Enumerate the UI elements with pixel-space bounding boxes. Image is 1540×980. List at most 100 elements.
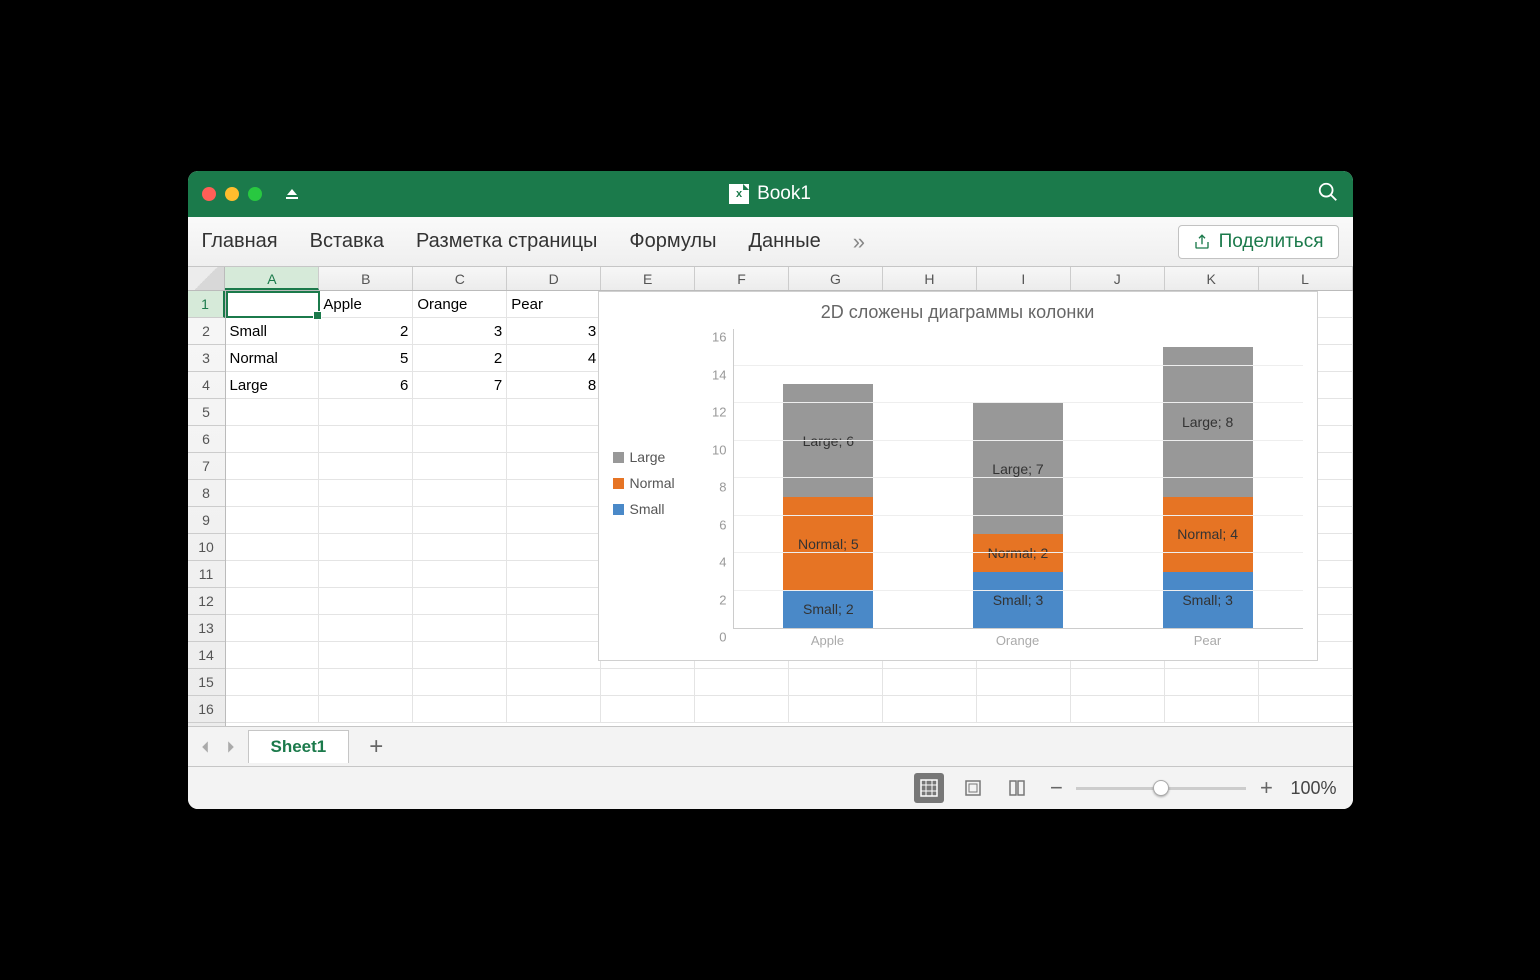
cell-B9[interactable] [319, 507, 413, 534]
bar-apple[interactable]: Small; 2Normal; 5Large; 6 [783, 384, 873, 628]
cell-B10[interactable] [319, 534, 413, 561]
cell-L16[interactable] [1259, 696, 1353, 723]
segment-small[interactable]: Small; 2 [783, 591, 873, 629]
cell-C6[interactable] [413, 426, 507, 453]
row-header-13[interactable]: 13 [188, 615, 225, 642]
cell-D10[interactable] [507, 534, 601, 561]
row-header-2[interactable]: 2 [188, 318, 225, 345]
row-header-1[interactable]: 1 [188, 291, 225, 318]
zoom-thumb[interactable] [1153, 780, 1169, 796]
column-header-E[interactable]: E [601, 267, 695, 290]
segment-small[interactable]: Small; 3 [973, 572, 1063, 628]
cell-C10[interactable] [413, 534, 507, 561]
cell-A9[interactable] [226, 507, 320, 534]
cell-D8[interactable] [507, 480, 601, 507]
segment-small[interactable]: Small; 3 [1163, 572, 1253, 628]
column-header-K[interactable]: K [1165, 267, 1259, 290]
search-button[interactable] [1317, 181, 1339, 208]
column-header-B[interactable]: B [319, 267, 413, 290]
cell-F15[interactable] [695, 669, 789, 696]
cell-J16[interactable] [1071, 696, 1165, 723]
cell-C9[interactable] [413, 507, 507, 534]
bar-pear[interactable]: Small; 3Normal; 4Large; 8 [1163, 347, 1253, 628]
minimize-window-button[interactable] [225, 187, 239, 201]
tabs-overflow[interactable]: » [853, 229, 865, 255]
zoom-in-button[interactable]: + [1256, 775, 1276, 801]
cell-D15[interactable] [507, 669, 601, 696]
tab-pagelayout[interactable]: Разметка страницы [416, 230, 597, 253]
cell-C14[interactable] [413, 642, 507, 669]
cell-J15[interactable] [1071, 669, 1165, 696]
next-sheet-button[interactable] [222, 740, 240, 754]
cell-A2[interactable]: Small [226, 318, 320, 345]
cell-A5[interactable] [226, 399, 320, 426]
cell-C15[interactable] [413, 669, 507, 696]
cell-D5[interactable] [507, 399, 601, 426]
tab-insert[interactable]: Вставка [310, 230, 384, 253]
cell-D3[interactable]: 4 [507, 345, 601, 372]
tab-formulas[interactable]: Формулы [629, 230, 716, 253]
column-header-G[interactable]: G [789, 267, 883, 290]
cell-C3[interactable]: 2 [413, 345, 507, 372]
cell-B12[interactable] [319, 588, 413, 615]
cell-A4[interactable]: Large [226, 372, 320, 399]
cell-D2[interactable]: 3 [507, 318, 601, 345]
cell-G16[interactable] [789, 696, 883, 723]
row-header-12[interactable]: 12 [188, 588, 225, 615]
select-all-corner[interactable] [188, 267, 226, 290]
segment-normal[interactable]: Normal; 5 [783, 497, 873, 591]
column-header-H[interactable]: H [883, 267, 977, 290]
row-header-8[interactable]: 8 [188, 480, 225, 507]
cell-D13[interactable] [507, 615, 601, 642]
cell-C8[interactable] [413, 480, 507, 507]
cell-A6[interactable] [226, 426, 320, 453]
cell-B1[interactable]: Apple [319, 291, 413, 318]
cell-D14[interactable] [507, 642, 601, 669]
zoom-level[interactable]: 100% [1290, 778, 1336, 799]
cell-D11[interactable] [507, 561, 601, 588]
cell-C1[interactable]: Orange [413, 291, 507, 318]
column-header-L[interactable]: L [1259, 267, 1353, 290]
column-header-D[interactable]: D [507, 267, 601, 290]
row-header-7[interactable]: 7 [188, 453, 225, 480]
column-header-J[interactable]: J [1071, 267, 1165, 290]
row-header-15[interactable]: 15 [188, 669, 225, 696]
cell-B13[interactable] [319, 615, 413, 642]
segment-normal[interactable]: Normal; 2 [973, 534, 1063, 572]
row-header-3[interactable]: 3 [188, 345, 225, 372]
quick-access-toggle[interactable] [286, 189, 298, 199]
chart-object[interactable]: 2D сложены диаграммы колонки LargeNormal… [598, 291, 1318, 661]
segment-normal[interactable]: Normal; 4 [1163, 497, 1253, 572]
cell-A8[interactable] [226, 480, 320, 507]
view-normal-button[interactable] [914, 773, 944, 803]
cell-K16[interactable] [1165, 696, 1259, 723]
cell-B5[interactable] [319, 399, 413, 426]
cell-D7[interactable] [507, 453, 601, 480]
zoom-out-button[interactable]: − [1046, 775, 1066, 801]
column-header-C[interactable]: C [413, 267, 507, 290]
cell-B2[interactable]: 2 [319, 318, 413, 345]
prev-sheet-button[interactable] [196, 740, 214, 754]
cell-G15[interactable] [789, 669, 883, 696]
zoom-track[interactable] [1076, 787, 1246, 790]
tab-home[interactable]: Главная [202, 230, 278, 253]
cell-I15[interactable] [977, 669, 1071, 696]
cell-H16[interactable] [883, 696, 977, 723]
cell-B3[interactable]: 5 [319, 345, 413, 372]
maximize-window-button[interactable] [248, 187, 262, 201]
cell-B4[interactable]: 6 [319, 372, 413, 399]
row-header-9[interactable]: 9 [188, 507, 225, 534]
view-pagebreak-button[interactable] [1002, 773, 1032, 803]
cell-B14[interactable] [319, 642, 413, 669]
cell-I16[interactable] [977, 696, 1071, 723]
cell-D1[interactable]: Pear [507, 291, 601, 318]
column-header-A[interactable]: A [225, 267, 319, 290]
cell-B15[interactable] [319, 669, 413, 696]
cell-D16[interactable] [507, 696, 601, 723]
cell-A3[interactable]: Normal [226, 345, 320, 372]
sheet-tab-active[interactable]: Sheet1 [248, 730, 350, 763]
cell-A15[interactable] [226, 669, 320, 696]
bar-orange[interactable]: Small; 3Normal; 2Large; 7 [973, 403, 1063, 628]
row-header-10[interactable]: 10 [188, 534, 225, 561]
cell-D6[interactable] [507, 426, 601, 453]
